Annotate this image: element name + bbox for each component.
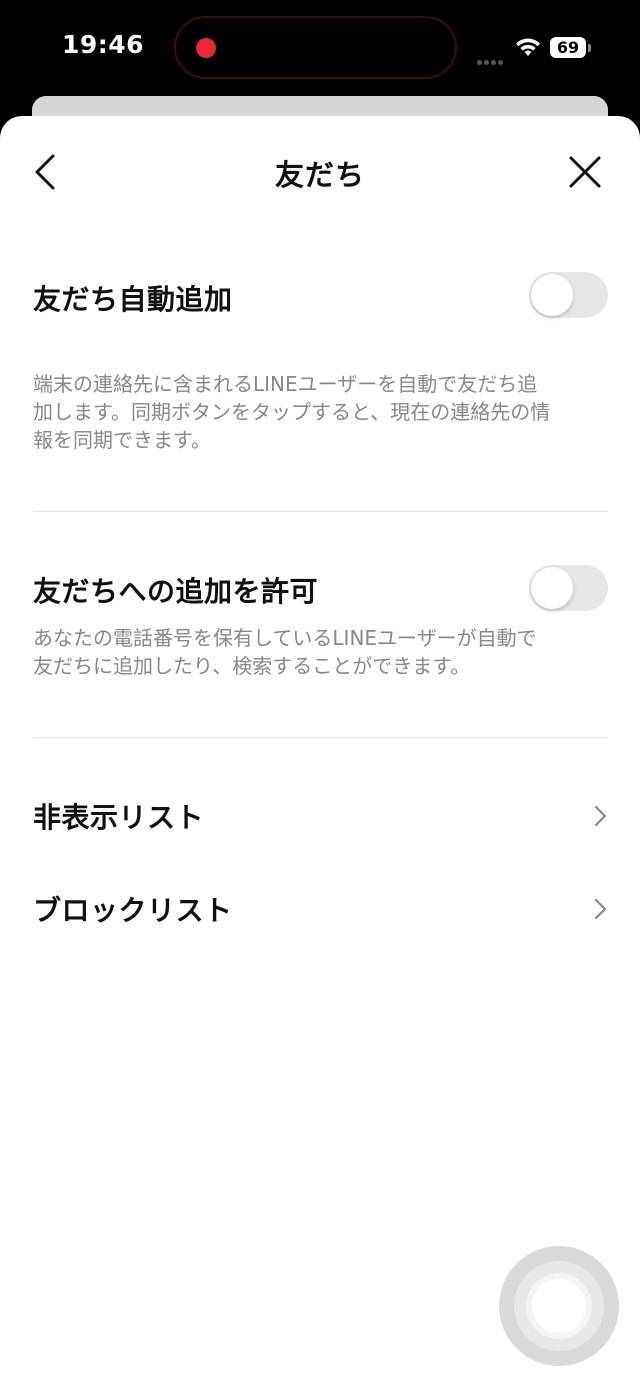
divider — [33, 737, 608, 738]
header: 友だち — [0, 116, 640, 228]
allow-add-title: 友だちへの追加を許可 — [33, 575, 319, 608]
battery-icon: 69 — [550, 37, 586, 58]
block-list-label: ブロックリスト — [33, 894, 233, 927]
auto-add-description: 端末の連絡先に含まれるLINEユーザーを自動で友だち追 加します。同期ボタンをタ… — [33, 372, 551, 452]
wifi-icon — [516, 38, 540, 56]
status-time: 19:46 — [62, 30, 145, 59]
toggle-knob — [531, 274, 573, 316]
chevron-right-icon — [594, 805, 607, 827]
recording-dot-icon — [196, 38, 216, 58]
status-bar: 19:46 69 — [0, 0, 640, 100]
auto-add-toggle[interactable] — [529, 272, 608, 318]
block-list-row[interactable]: ブロックリスト — [0, 873, 640, 943]
assistive-touch-button[interactable] — [499, 1246, 619, 1366]
battery-cap — [588, 44, 591, 52]
auto-add-title: 友だち自動追加 — [33, 283, 233, 316]
close-icon[interactable] — [565, 152, 605, 192]
friends-settings-sheet: 友だち 友だち自動追加 端末の連絡先に含まれるLINEユーザーを自動で友だち追 … — [0, 116, 640, 1387]
chevron-right-icon — [594, 898, 607, 920]
divider — [33, 511, 608, 512]
signal-icon — [477, 50, 507, 65]
page-title: 友だち — [274, 158, 365, 192]
hidden-list-label: 非表示リスト — [33, 801, 205, 834]
dynamic-island — [174, 16, 457, 79]
allow-add-description: あなたの電話番号を保有しているLINEユーザーが自動で 友だちに追加したり、検索… — [33, 626, 537, 678]
hidden-list-row[interactable]: 非表示リスト — [0, 780, 640, 850]
allow-add-toggle[interactable] — [529, 565, 608, 611]
toggle-knob — [531, 567, 573, 609]
